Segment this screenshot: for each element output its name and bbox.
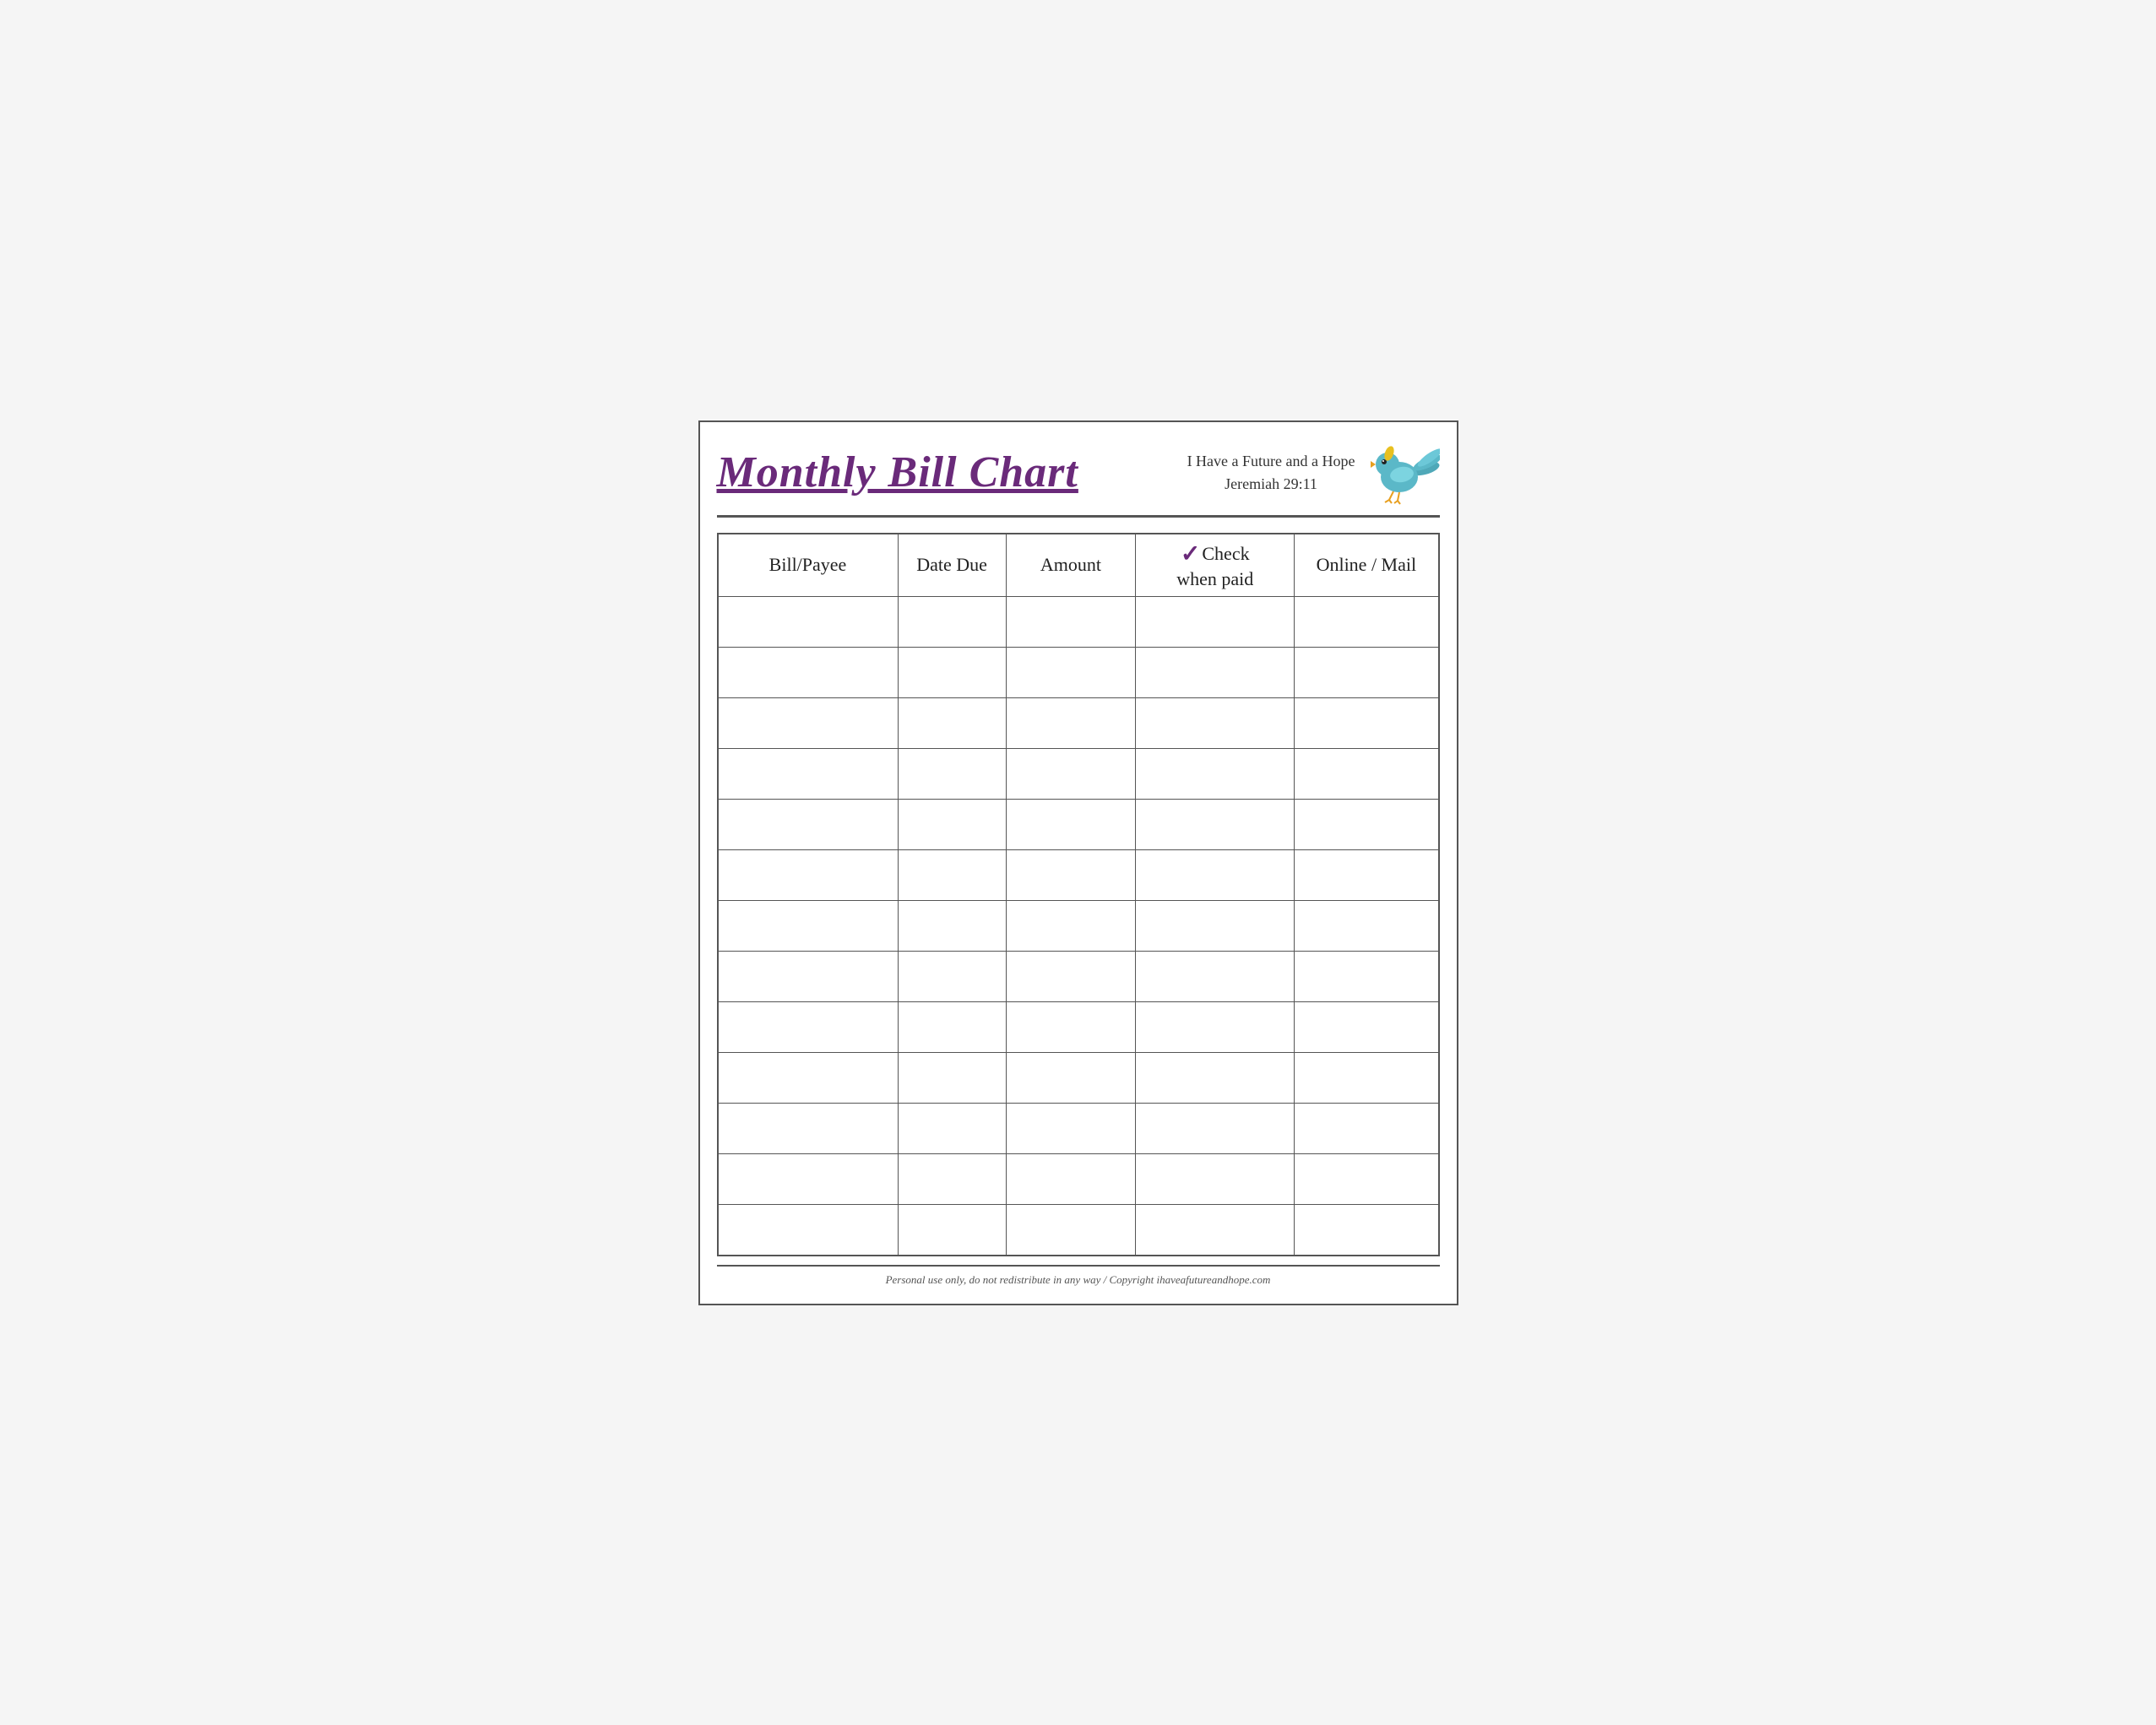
col-header-date: Date Due: [898, 534, 1006, 597]
table-cell: [1136, 749, 1295, 800]
table-cell: [718, 1002, 899, 1053]
table-cell: [1006, 749, 1136, 800]
table-row: [718, 1205, 1439, 1256]
table-cell: [718, 749, 899, 800]
table-cell: [1136, 850, 1295, 901]
table-cell: [1136, 800, 1295, 850]
col-header-amount: Amount: [1006, 534, 1136, 597]
table-cell: [1006, 850, 1136, 901]
table-cell: [898, 800, 1006, 850]
table-cell: [1136, 698, 1295, 749]
table-cell: [1295, 1104, 1439, 1154]
table-row: [718, 698, 1439, 749]
table-row: [718, 952, 1439, 1002]
table-cell: [718, 597, 899, 648]
table-cell: [718, 800, 899, 850]
table-row: [718, 901, 1439, 952]
table-cell: [1006, 1104, 1136, 1154]
table-cell: [1136, 952, 1295, 1002]
page-title: Monthly Bill Chart: [717, 448, 1078, 496]
bill-table: Bill/Payee Date Due Amount ✓ Check when …: [717, 533, 1440, 1256]
table-cell: [1136, 1104, 1295, 1154]
checkmark-icon: ✓: [1181, 540, 1200, 568]
table-cell: [1006, 952, 1136, 1002]
table-cell: [1006, 901, 1136, 952]
table-cell: [718, 850, 899, 901]
col-header-check: ✓ Check when paid: [1136, 534, 1295, 597]
table-row: [718, 850, 1439, 901]
table-cell: [1295, 901, 1439, 952]
table-cell: [718, 901, 899, 952]
table-cell: [718, 698, 899, 749]
table-cell: [898, 597, 1006, 648]
table-row: [718, 800, 1439, 850]
table-cell: [1295, 800, 1439, 850]
bird-icon: [1364, 439, 1440, 507]
table-cell: [1136, 597, 1295, 648]
header: Monthly Bill Chart I Have a Future and a…: [717, 439, 1440, 518]
table-cell: [1136, 1154, 1295, 1205]
table-cell: [898, 1205, 1006, 1256]
table-row: [718, 1053, 1439, 1104]
table-header-row: Bill/Payee Date Due Amount ✓ Check when …: [718, 534, 1439, 597]
table-row: [718, 648, 1439, 698]
table-row: [718, 1104, 1439, 1154]
table-cell: [898, 698, 1006, 749]
table-cell: [898, 1053, 1006, 1104]
table-cell: [718, 1053, 899, 1104]
table-cell: [1295, 749, 1439, 800]
table-cell: [898, 749, 1006, 800]
table-cell: [1006, 597, 1136, 648]
table-cell: [1136, 1205, 1295, 1256]
table-cell: [898, 1154, 1006, 1205]
table-cell: [1006, 698, 1136, 749]
table-row: [718, 1002, 1439, 1053]
table-cell: [1006, 1205, 1136, 1256]
table-cell: [718, 1154, 899, 1205]
header-right: I Have a Future and a Hope Jeremiah 29:1…: [1187, 439, 1440, 507]
col-header-online: Online / Mail: [1295, 534, 1439, 597]
table-cell: [1006, 1154, 1136, 1205]
table-cell: [898, 850, 1006, 901]
table-cell: [718, 952, 899, 1002]
table-cell: [898, 1002, 1006, 1053]
table-cell: [718, 648, 899, 698]
page: Monthly Bill Chart I Have a Future and a…: [698, 420, 1458, 1305]
table-cell: [1006, 1053, 1136, 1104]
table-cell: [1295, 597, 1439, 648]
table-cell: [898, 648, 1006, 698]
table-cell: [1006, 648, 1136, 698]
table-cell: [1295, 1053, 1439, 1104]
table-cell: [1295, 1002, 1439, 1053]
table-cell: [1295, 648, 1439, 698]
table-cell: [1136, 901, 1295, 952]
table-cell: [1295, 1205, 1439, 1256]
table-cell: [718, 1104, 899, 1154]
table-cell: [898, 952, 1006, 1002]
footer: Personal use only, do not redistribute i…: [717, 1265, 1440, 1287]
table-cell: [1136, 1053, 1295, 1104]
table-cell: [718, 1205, 899, 1256]
table-cell: [1295, 850, 1439, 901]
table-cell: [1295, 698, 1439, 749]
table-cell: [1006, 1002, 1136, 1053]
table-cell: [1006, 800, 1136, 850]
table-row: [718, 1154, 1439, 1205]
table-row: [718, 597, 1439, 648]
scripture-text: I Have a Future and a Hope Jeremiah 29:1…: [1187, 450, 1355, 496]
table-cell: [1295, 952, 1439, 1002]
table-row: [718, 749, 1439, 800]
table-cell: [1295, 1154, 1439, 1205]
table-cell: [898, 901, 1006, 952]
col-header-bill: Bill/Payee: [718, 534, 899, 597]
table-cell: [898, 1104, 1006, 1154]
table-cell: [1136, 648, 1295, 698]
table-cell: [1136, 1002, 1295, 1053]
